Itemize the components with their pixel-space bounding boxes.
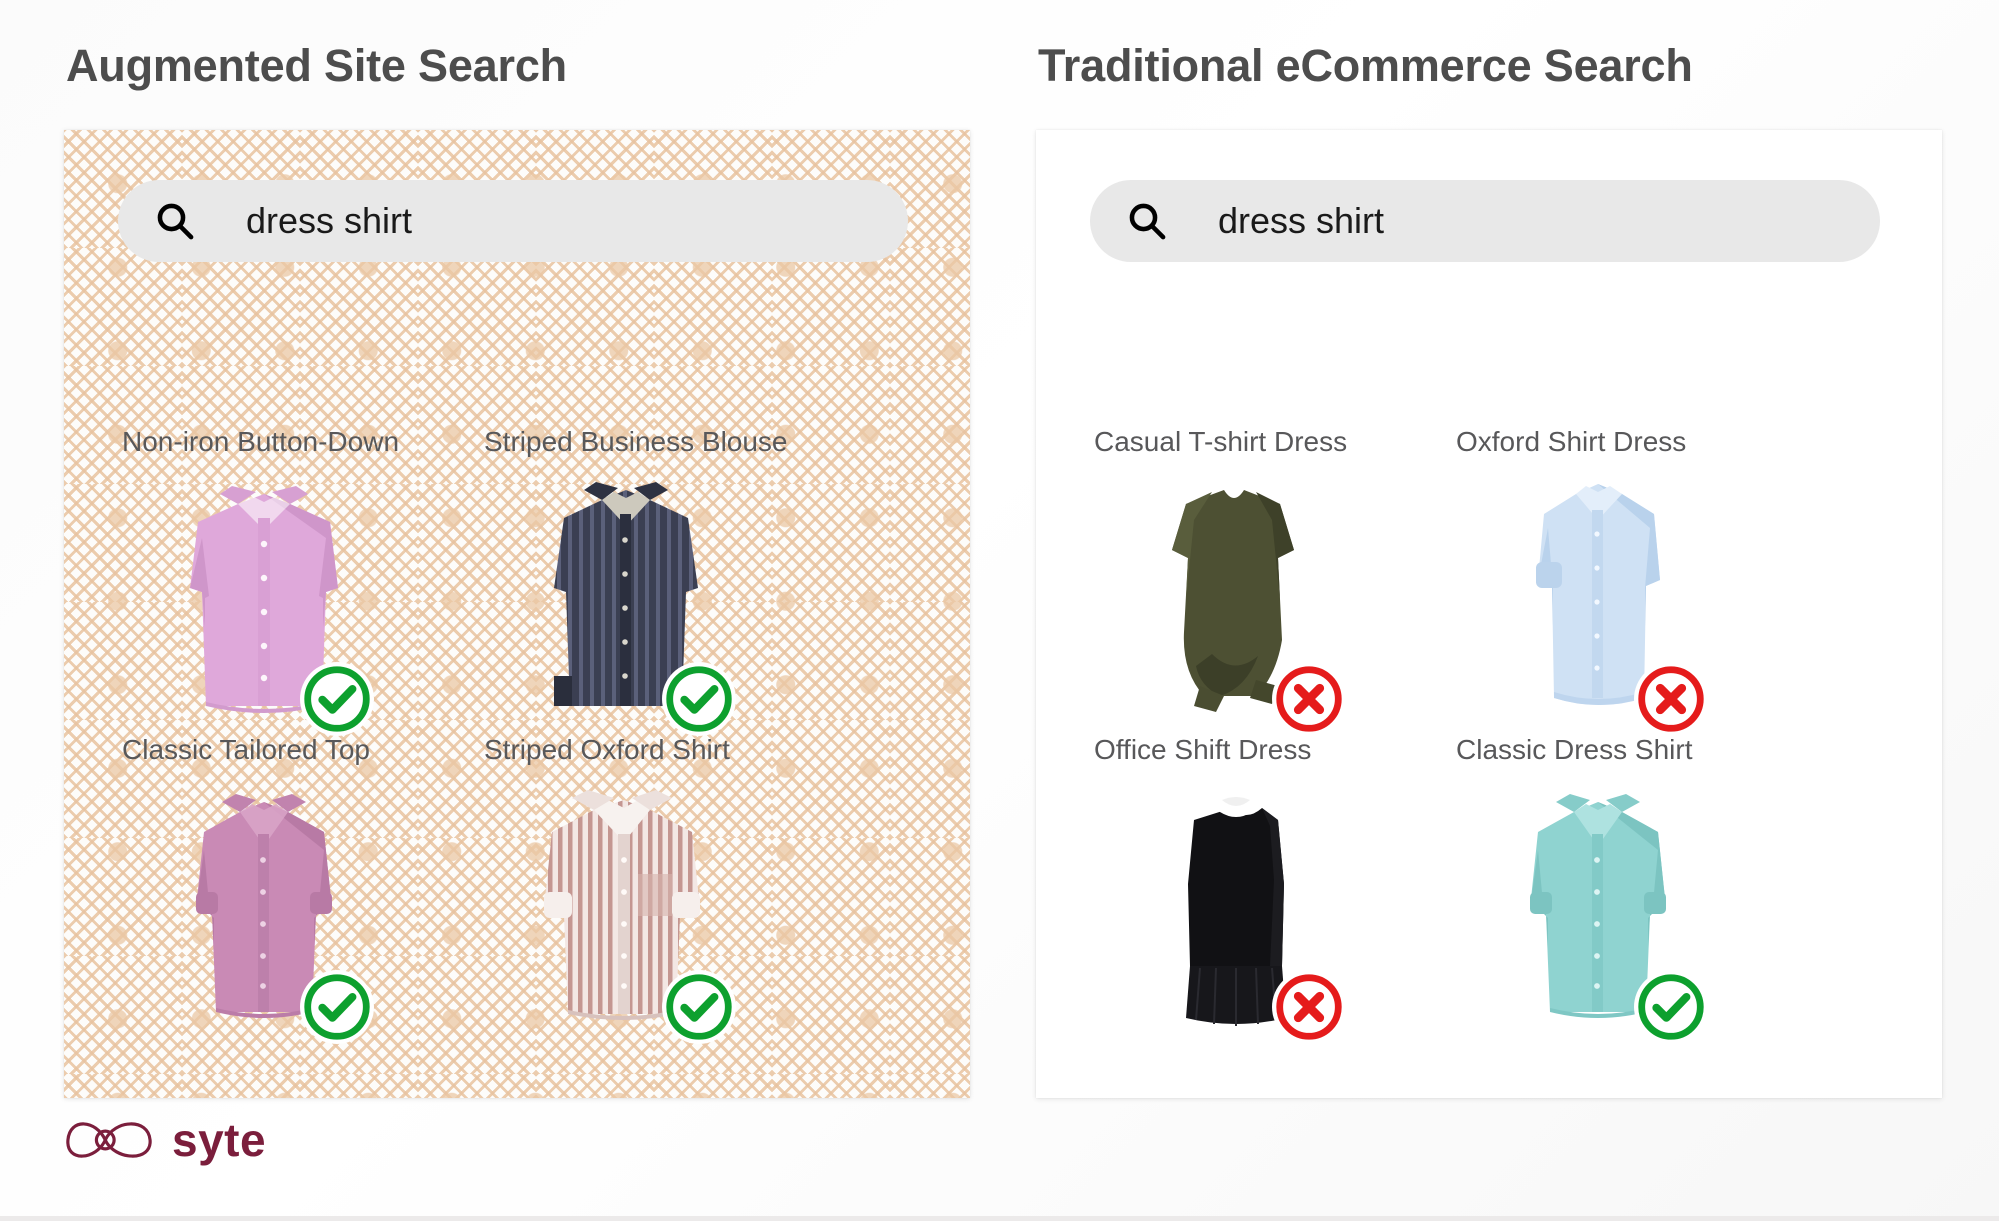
product-label: Casual T-shirt Dress <box>1094 426 1348 457</box>
product-label: Oxford Shirt Dress <box>1456 426 1687 457</box>
product-grid-traditional: Casual T-shirt Dress Oxford Shirt Dress … <box>1036 426 1942 1044</box>
check-circle-icon <box>304 974 370 1040</box>
panel-title-augmented: Augmented Site Search <box>66 40 567 91</box>
syte-wordmark: syte <box>172 1114 267 1166</box>
product-card[interactable]: Striped Oxford Shirt <box>476 734 866 1044</box>
product-row: Office Shift Dress Classic Dress Shirt <box>1036 734 1942 1044</box>
syte-logo[interactable]: syte <box>62 1112 266 1168</box>
comparison-graphic: Augmented Site Search Traditional eComme… <box>0 0 1999 1221</box>
product-row: Casual T-shirt Dress Oxford Shirt Dress <box>1036 426 1942 736</box>
product-card[interactable]: Classic Tailored Top <box>114 734 504 1044</box>
status-badge-mismatch <box>1272 970 1346 1044</box>
product-label: Striped Business Blouse <box>484 426 788 457</box>
status-badge-match <box>662 970 736 1044</box>
product-row: Non-iron Button-Down Striped Business Bl… <box>64 426 970 736</box>
status-badge-match <box>1634 970 1708 1044</box>
product-label: Striped Oxford Shirt <box>484 734 730 765</box>
status-badge-match <box>300 662 374 736</box>
product-label: Office Shift Dress <box>1094 734 1312 765</box>
check-circle-icon <box>666 974 732 1040</box>
product-row: Classic Tailored Top Striped Oxford Shir… <box>64 734 970 1044</box>
product-card[interactable]: Casual T-shirt Dress <box>1086 426 1476 736</box>
syte-infinity-mark <box>66 1122 152 1158</box>
product-card[interactable]: Classic Dress Shirt <box>1448 734 1838 1044</box>
product-card[interactable]: Striped Business Blouse <box>476 426 866 736</box>
product-label: Classic Tailored Top <box>122 734 370 765</box>
search-input-augmented[interactable]: dress shirt <box>118 180 908 262</box>
product-label: Classic Dress Shirt <box>1456 734 1693 765</box>
search-icon <box>157 203 194 240</box>
search-input-traditional[interactable]: dress shirt <box>1090 180 1880 262</box>
status-badge-mismatch <box>1634 662 1708 736</box>
product-grid-augmented: Non-iron Button-Down Striped Business Bl… <box>64 426 970 1044</box>
check-circle-icon <box>1638 974 1704 1040</box>
search-query-traditional: dress shirt <box>1218 200 1385 241</box>
status-badge-mismatch <box>1272 662 1346 736</box>
x-circle-icon <box>1276 974 1342 1040</box>
search-icon <box>1129 203 1166 240</box>
panel-title-traditional: Traditional eCommerce Search <box>1038 40 1693 91</box>
x-circle-icon <box>1276 666 1342 732</box>
status-badge-match <box>662 662 736 736</box>
status-badge-match <box>300 970 374 1044</box>
check-circle-icon <box>666 666 732 732</box>
product-card[interactable]: Office Shift Dress <box>1086 734 1476 1044</box>
check-circle-icon <box>304 666 370 732</box>
x-circle-icon <box>1638 666 1704 732</box>
product-label: Non-iron Button-Down <box>122 426 400 457</box>
bottom-divider <box>0 1216 1999 1221</box>
product-card[interactable]: Non-iron Button-Down <box>114 426 504 736</box>
product-card[interactable]: Oxford Shirt Dress <box>1448 426 1838 736</box>
search-query-augmented: dress shirt <box>246 200 413 241</box>
